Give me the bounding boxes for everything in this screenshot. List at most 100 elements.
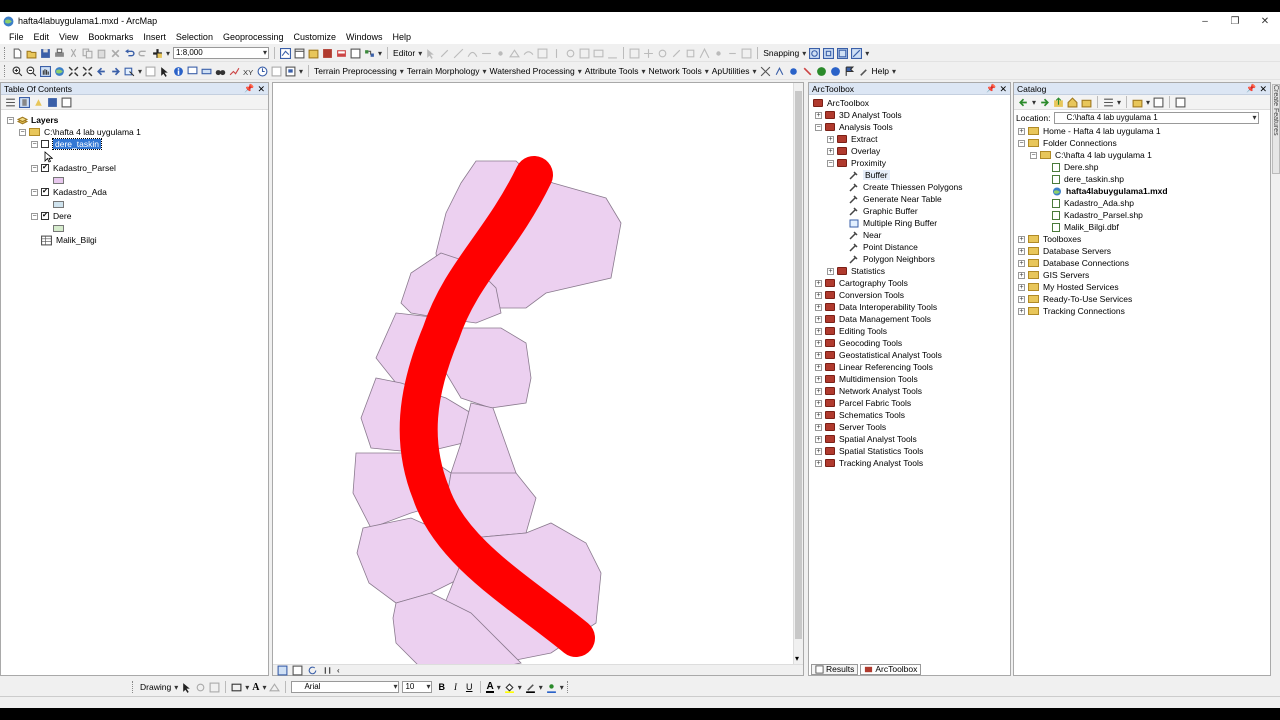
toolbox-item[interactable]: + Server Tools <box>815 421 886 433</box>
pencil-icon[interactable] <box>858 66 869 77</box>
toolbox-item[interactable]: − Proximity <box>827 157 886 169</box>
hydro-globe-icon-b[interactable] <box>830 66 841 77</box>
toc-folder[interactable]: − C:\hafta 4 lab uygulama 1 <box>19 126 141 138</box>
catalog-item[interactable]: Kadastro_Ada.shp <box>1042 197 1134 209</box>
edit-vertices-icon[interactable] <box>269 682 281 693</box>
list-by-drawing-order-icon[interactable] <box>5 97 16 108</box>
map-horizontal-scrollbar[interactable]: ‹ <box>273 664 803 675</box>
fixed-zoom-out-icon[interactable] <box>82 66 93 77</box>
toolbox-label[interactable]: Extract <box>851 134 877 144</box>
georef-icon-d[interactable] <box>671 48 682 59</box>
expand-icon[interactable]: + <box>1018 283 1025 291</box>
toolbox-item[interactable]: + Schematics Tools <box>815 409 905 421</box>
catalog-item[interactable]: + GIS Servers <box>1018 269 1089 281</box>
table-name[interactable]: Malik_Bilgi <box>56 235 97 245</box>
point-delineation-icon[interactable] <box>774 66 785 77</box>
georef-icon-e[interactable] <box>685 48 696 59</box>
collapse-icon[interactable]: − <box>31 188 38 196</box>
arctoolbox-root[interactable]: ArcToolbox <box>813 97 869 109</box>
underline-button[interactable]: U <box>466 682 473 692</box>
straight-segment-icon[interactable] <box>453 48 464 59</box>
create-features-side-tab[interactable]: Create Features <box>1272 84 1280 174</box>
toolbox-label[interactable]: Parcel Fabric Tools <box>839 398 911 408</box>
new-document-icon[interactable] <box>12 48 23 59</box>
catalog-label[interactable]: Ready-To-Use Services <box>1043 294 1132 304</box>
layer-name[interactable]: Kadastro_Ada <box>53 187 107 197</box>
layer-visibility-checkbox[interactable] <box>41 140 49 148</box>
toolbox-label[interactable]: Network Analyst Tools <box>839 386 922 396</box>
toolbox-item[interactable]: +3D Analyst Tools <box>815 109 902 121</box>
toolbox-label[interactable]: Geocoding Tools <box>839 338 902 348</box>
expand-icon[interactable]: + <box>815 303 822 311</box>
paste-icon[interactable] <box>96 48 107 59</box>
end-snapping-icon[interactable] <box>823 47 835 59</box>
georef-icon-g[interactable] <box>713 48 724 59</box>
hydro-globe-icon-a[interactable] <box>816 66 827 77</box>
toolbox-item[interactable]: + Multidimension Tools <box>815 373 918 385</box>
layer-name[interactable]: Kadastro_Parsel <box>53 163 116 173</box>
collapse-icon[interactable]: − <box>1018 139 1025 147</box>
toolbox-label[interactable]: Statistics <box>851 266 885 276</box>
expand-icon[interactable]: + <box>1018 127 1025 135</box>
layout-view-small-icon[interactable] <box>292 665 303 676</box>
menu-insert[interactable]: Insert <box>138 32 171 42</box>
expand-icon[interactable]: + <box>815 315 822 323</box>
catalog-label[interactable]: My Hosted Services <box>1043 282 1119 292</box>
georef-icon-h[interactable] <box>727 48 738 59</box>
layer-name[interactable]: Dere <box>53 211 71 221</box>
model-builder-icon[interactable] <box>364 48 375 59</box>
map-canvas[interactable] <box>273 83 793 665</box>
layer-dere[interactable]: − ✔ Dere <box>31 210 71 222</box>
toolbox-label[interactable]: Geostatistical Analyst Tools <box>839 350 942 360</box>
toolbox-label[interactable]: Point Distance <box>863 242 918 252</box>
expand-icon[interactable]: + <box>815 447 822 455</box>
toc-window-icon[interactable] <box>294 48 305 59</box>
search-window-icon[interactable] <box>322 48 333 59</box>
toolbox-item[interactable]: + Linear Referencing Tools <box>815 361 933 373</box>
location-combo[interactable]: C:\hafta 4 lab uygulama 1 <box>1053 112 1259 124</box>
expand-icon[interactable]: + <box>815 279 822 287</box>
toolbox-item[interactable]: + Geocoding Tools <box>815 337 902 349</box>
edge-snapping-icon[interactable] <box>851 47 863 59</box>
menu-edit[interactable]: Edit <box>29 32 55 42</box>
catalog-label[interactable]: dere_taskin.shp <box>1064 174 1124 184</box>
point-snapping-icon[interactable] <box>809 47 821 59</box>
pin-icon[interactable]: 📌 <box>986 83 996 95</box>
toolbox-label[interactable]: Schematics Tools <box>839 410 905 420</box>
collapse-icon[interactable]: − <box>31 212 38 220</box>
cut-icon[interactable] <box>68 48 79 59</box>
expand-icon[interactable]: + <box>1018 307 1025 315</box>
catalog-item[interactable]: − C:\hafta 4 lab uygulama 1 <box>1030 149 1152 161</box>
toolbox-label[interactable]: Near <box>863 230 881 240</box>
layer-kadastro-ada[interactable]: − ✔ Kadastro_Ada <box>31 186 107 198</box>
catalog-item[interactable]: Kadastro_Parsel.shp <box>1042 209 1143 221</box>
toolbox-item[interactable]: − Analysis Tools <box>815 121 893 133</box>
menu-windows[interactable]: Windows <box>341 32 388 42</box>
catalog-label[interactable]: hafta4labuygulama1.mxd <box>1066 186 1168 196</box>
catalog-item[interactable]: dere_taskin.shp <box>1042 173 1124 185</box>
save-icon[interactable] <box>40 48 51 59</box>
toolbox-label[interactable]: Multidimension Tools <box>839 374 918 384</box>
expand-icon[interactable]: + <box>815 375 822 383</box>
point-icon[interactable] <box>495 48 506 59</box>
table-malik-bilgi[interactable]: Malik_Bilgi <box>41 234 97 246</box>
collapse-icon[interactable]: − <box>815 123 822 131</box>
kadastro-ada-symbol[interactable] <box>53 201 64 208</box>
catalog-label[interactable]: C:\hafta 4 lab uygulama 1 <box>1055 150 1152 160</box>
pin-icon[interactable]: 📌 <box>244 83 254 95</box>
menu-view[interactable]: View <box>54 32 83 42</box>
font-name-combo[interactable]: Arial <box>291 681 400 693</box>
watershed-processing-menu[interactable]: Watershed Processing <box>490 66 575 76</box>
delete-icon[interactable] <box>110 48 121 59</box>
expand-icon[interactable]: + <box>827 267 834 275</box>
dere-symbol[interactable] <box>53 225 64 232</box>
catalog-options-icon[interactable] <box>1175 97 1186 108</box>
flow-direction-icon[interactable] <box>760 66 771 77</box>
connect-folder-icon[interactable] <box>1081 97 1092 108</box>
toolbox-item[interactable]: + Editing Tools <box>815 325 887 337</box>
editor-toolbar-icon[interactable] <box>280 47 292 59</box>
end-point-arc-icon[interactable] <box>467 48 478 59</box>
toolbox-label[interactable]: Editing Tools <box>839 326 887 336</box>
python-window-icon[interactable] <box>350 48 361 59</box>
toolbox-item[interactable]: + Spatial Analyst Tools <box>815 433 917 445</box>
